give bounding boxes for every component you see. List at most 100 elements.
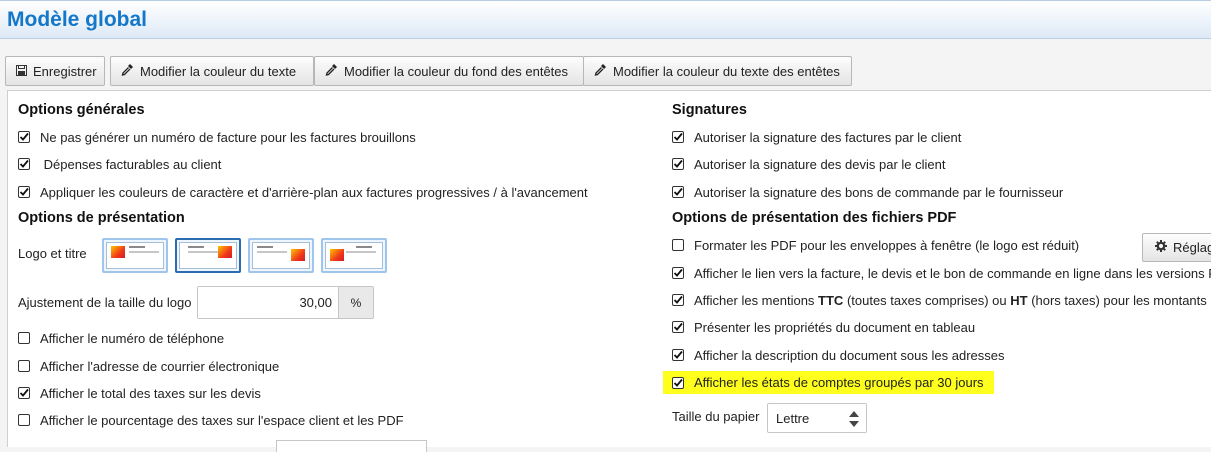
eyedropper-icon (594, 63, 607, 79)
option-label: Dépenses facturables au client (40, 156, 222, 172)
signature-option-quotes[interactable]: Autoriser la signature des devis par le … (672, 155, 945, 173)
option-label: Présenter les propriétés du document en … (694, 319, 976, 335)
checkbox-unchecked-icon[interactable] (18, 414, 40, 426)
select-arrows-icon (848, 409, 860, 429)
save-button[interactable]: Enregistrer (5, 56, 105, 86)
pdf-options-title: Options de présentation des fichiers PDF (672, 210, 957, 226)
checkbox-checked-icon[interactable] (672, 376, 694, 389)
header-text-color-button-label: Modifier la couleur du texte des entêtes (613, 63, 840, 79)
option-label: Afficher la description du document sous… (694, 347, 1005, 363)
logo-size-input[interactable]: 30,00 (198, 287, 338, 318)
gear-icon (1155, 240, 1167, 255)
general-option-billable-expenses[interactable]: Dépenses facturables au client (18, 155, 221, 173)
title-line (129, 251, 159, 253)
presentation-option-tax-total-quotes[interactable]: Afficher le total des taxes sur les devi… (18, 384, 261, 402)
presentation-option-tax-percentage[interactable]: Afficher le pourcentage des taxes sur l'… (18, 411, 404, 429)
logo-size-field[interactable]: 30,00 % (197, 286, 374, 319)
title-line (188, 251, 218, 253)
settings-button-label: Réglag (1173, 240, 1211, 255)
logo-thumbnail (218, 246, 232, 258)
checkbox-checked-icon[interactable] (672, 321, 694, 333)
checkbox-checked-icon[interactable] (672, 186, 694, 198)
option-label: Afficher le pourcentage des taxes sur l'… (40, 412, 404, 428)
logo-layout-option-3[interactable] (248, 238, 314, 273)
presentation-options-title: Options de présentation (18, 210, 185, 226)
presentation-option-phone[interactable]: Afficher le numéro de téléphone (18, 329, 224, 347)
pdf-option-description-under-addresses[interactable]: Afficher la description du document sous… (672, 346, 1004, 364)
option-label: Afficher le total des taxes sur les devi… (40, 385, 261, 401)
page-title: Modèle global (7, 8, 148, 31)
pdf-option-online-link[interactable]: Afficher le lien vers la facture, le dev… (672, 264, 1211, 282)
partial-input-field[interactable] (276, 440, 427, 452)
logo-layout-option-1[interactable] (102, 238, 168, 273)
text-color-button[interactable]: Modifier la couleur du texte (110, 56, 314, 86)
checkbox-unchecked-icon[interactable] (672, 239, 694, 251)
save-button-label: Enregistrer (33, 63, 97, 79)
paper-size-label: Taille du papier (672, 409, 760, 424)
label-part: (hors taxes) pour les montants (1027, 292, 1207, 308)
logo-layout-option-2[interactable] (175, 238, 241, 273)
logo-layout-preview (325, 242, 383, 269)
checkbox-checked-icon[interactable] (672, 158, 694, 170)
header-background-color-button[interactable]: Modifier la couleur du fond des entêtes (314, 56, 584, 86)
signature-option-purchase-orders[interactable]: Autoriser la signature des bons de comma… (672, 183, 1063, 201)
pdf-option-ttc-ht[interactable]: Afficher les mentions TTC (toutes taxes … (672, 291, 1207, 309)
text-color-button-label: Modifier la couleur du texte (140, 63, 297, 79)
general-options-title: Options générales (18, 102, 145, 118)
logo-layout-option-4[interactable] (321, 238, 387, 273)
option-label: Appliquer les couleurs de caractère et d… (40, 184, 588, 200)
checkbox-checked-icon[interactable] (18, 186, 40, 198)
ttc-abbrev: TTC (818, 292, 844, 308)
title-line (257, 246, 273, 248)
logo-thumbnail (111, 246, 125, 258)
option-label: Afficher le numéro de téléphone (40, 330, 225, 346)
logo-layout-preview (179, 242, 237, 269)
title-bar: Modèle global (0, 0, 1211, 39)
signatures-title: Signatures (672, 102, 747, 118)
paper-size-select[interactable]: Lettre (767, 403, 867, 433)
checkbox-checked-icon[interactable] (672, 267, 694, 279)
paper-size-value: Lettre (776, 410, 810, 426)
title-line (129, 246, 145, 248)
option-label: Ne pas générer un numéro de facture pour… (40, 129, 416, 145)
general-option-no-draft-number[interactable]: Ne pas générer un numéro de facture pour… (18, 128, 416, 146)
checkbox-checked-icon[interactable] (18, 131, 40, 143)
logo-title-label: Logo et titre (18, 246, 87, 261)
checkbox-checked-icon[interactable] (672, 294, 694, 306)
option-label: Afficher les états de comptes groupés pa… (694, 375, 984, 390)
logo-size-label: Ajustement de la taille du logo (18, 295, 192, 310)
floppy-disk-icon (16, 64, 27, 79)
title-line (346, 251, 376, 253)
logo-thumbnail (330, 249, 344, 261)
title-line (257, 251, 287, 253)
pdf-option-properties-table[interactable]: Présenter les propriétés du document en … (672, 318, 975, 336)
ht-abbrev: HT (1010, 292, 1028, 308)
option-label: Autoriser la signature des devis par le … (694, 156, 946, 172)
eyedropper-icon (325, 63, 338, 79)
eyedropper-icon (121, 63, 134, 79)
presentation-option-email[interactable]: Afficher l'adresse de courrier électroni… (18, 357, 279, 375)
option-label: Afficher l'adresse de courrier électroni… (40, 358, 280, 374)
title-line (188, 246, 204, 248)
option-label: Formater les PDF pour les enveloppes à f… (694, 237, 1080, 253)
signature-option-invoices[interactable]: Autoriser la signature des factures par … (672, 128, 961, 146)
checkbox-checked-icon[interactable] (672, 131, 694, 143)
checkbox-checked-icon[interactable] (18, 158, 40, 170)
general-option-progressive-colors[interactable]: Appliquer les couleurs de caractère et d… (18, 183, 588, 201)
option-label: Autoriser la signature des bons de comma… (694, 184, 1064, 200)
checkbox-unchecked-icon[interactable] (18, 360, 40, 372)
checkbox-checked-icon[interactable] (18, 387, 40, 399)
title-line (356, 246, 372, 248)
checkbox-unchecked-icon[interactable] (18, 332, 40, 344)
pdf-option-statements-30-days[interactable]: Afficher les états de comptes groupés pa… (663, 371, 994, 394)
settings-button[interactable]: Réglag (1142, 233, 1211, 262)
option-label: Afficher le lien vers la facture, le dev… (694, 265, 1211, 281)
option-label: Autoriser la signature des factures par … (694, 129, 962, 145)
header-text-color-button[interactable]: Modifier la couleur du texte des entêtes (583, 56, 852, 86)
checkbox-checked-icon[interactable] (672, 349, 694, 361)
label-part: Afficher les mentions (694, 292, 819, 308)
logo-layout-preview (106, 242, 164, 269)
pdf-option-window-envelope[interactable]: Formater les PDF pour les enveloppes à f… (672, 236, 1079, 254)
logo-thumbnail (291, 249, 305, 261)
logo-layout-preview (252, 242, 310, 269)
